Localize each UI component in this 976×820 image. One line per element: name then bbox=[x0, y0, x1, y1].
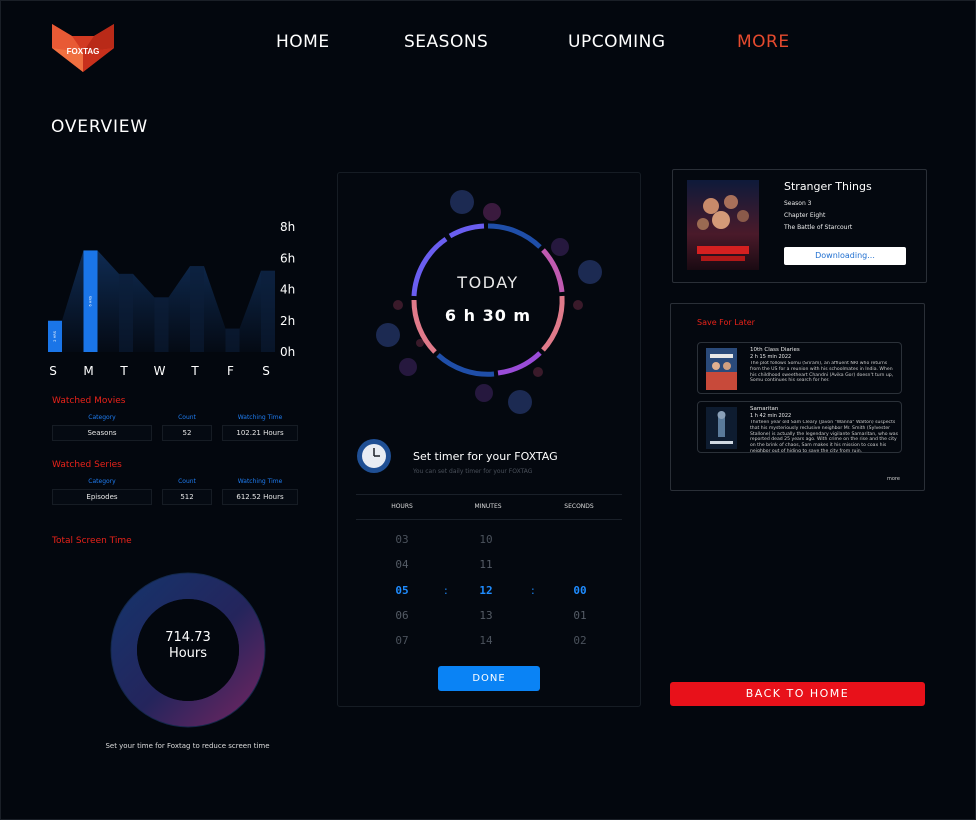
back-to-home-button[interactable]: BACK TO HOME bbox=[670, 682, 925, 706]
second-option[interactable]: 02 bbox=[560, 634, 600, 647]
second-selected[interactable]: 00 bbox=[560, 584, 600, 597]
ws-cell-time: 612.52 Hours bbox=[222, 489, 298, 505]
chart-bar[interactable] bbox=[225, 328, 240, 352]
y-tick-label: 8h bbox=[280, 220, 295, 234]
wm-cell-category: Seasons bbox=[52, 425, 152, 441]
minute-option[interactable]: 14 bbox=[466, 634, 506, 647]
foxtag-logo[interactable]: FOXTAG bbox=[50, 22, 116, 74]
timer-subtitle: You can set daily timer for your FOXTAG bbox=[413, 468, 533, 475]
screen-time-value: 714.73 Hours bbox=[108, 630, 268, 662]
svg-text:FOXTAG: FOXTAG bbox=[67, 47, 100, 56]
day-label: M bbox=[83, 364, 93, 378]
chart-bar[interactable] bbox=[119, 273, 133, 352]
show-chapter: Chapter Eight bbox=[784, 212, 826, 219]
wm-header-time: Watching Time bbox=[237, 414, 283, 421]
y-tick-label: 6h bbox=[280, 251, 295, 265]
y-tick-label: 2h bbox=[280, 314, 295, 328]
save-for-later-card bbox=[670, 303, 925, 491]
timer-header-minutes: MINUTES bbox=[474, 503, 502, 510]
chart-bar[interactable] bbox=[154, 297, 169, 352]
page-title: OVERVIEW bbox=[51, 117, 148, 137]
screen-time-unit: Hours bbox=[168, 646, 208, 661]
minute-option[interactable]: 11 bbox=[466, 558, 506, 571]
screen-time-title: Total Screen Time bbox=[52, 536, 132, 546]
timer-header-hours: HOURS bbox=[391, 503, 413, 510]
timer-header-seconds: SECONDS bbox=[564, 503, 594, 510]
stranger-things-poster[interactable] bbox=[687, 180, 759, 270]
weekly-watch-chart: 2 HRS 6 HRS 8h 6h 4h 2h 0h S M T W T F S bbox=[48, 220, 295, 378]
today-label: TODAY bbox=[457, 273, 519, 292]
hour-option[interactable]: 07 bbox=[382, 634, 422, 647]
ws-cell-category: Episodes bbox=[52, 489, 152, 505]
day-label: T bbox=[190, 364, 199, 378]
saved-item-meta: 2 h 15 min 2022 bbox=[750, 354, 792, 360]
nav-more[interactable]: MORE bbox=[737, 32, 790, 52]
show-season: Season 3 bbox=[784, 200, 812, 207]
ws-header-time: Watching Time bbox=[237, 478, 283, 485]
day-label: S bbox=[262, 364, 270, 378]
time-separator: : bbox=[444, 584, 448, 597]
bar-value-label: 6 HRS bbox=[89, 295, 93, 306]
poster-thumbnail bbox=[706, 348, 737, 390]
wm-cell-count: 52 bbox=[162, 425, 212, 441]
done-button[interactable]: DONE bbox=[438, 666, 540, 691]
minute-selected[interactable]: 12 bbox=[466, 584, 506, 597]
bar-value-label: 2 HRS bbox=[53, 330, 57, 341]
day-label: W bbox=[154, 364, 166, 378]
watched-movies-title: Watched Movies bbox=[52, 396, 126, 406]
y-tick-label: 0h bbox=[280, 345, 295, 359]
saved-item[interactable]: 10th Class Diaries 2 h 15 min 2022 The p… bbox=[697, 342, 902, 394]
show-title: Stranger Things bbox=[784, 180, 872, 193]
today-time: 6 h 30 m bbox=[444, 306, 532, 325]
ws-cell-count: 512 bbox=[162, 489, 212, 505]
nav-home[interactable]: HOME bbox=[276, 32, 330, 52]
saved-item[interactable]: Samaritan 1 h 42 min 2022 Thirteen year … bbox=[697, 401, 902, 453]
wm-cell-time: 102.21 Hours bbox=[222, 425, 298, 441]
saved-item-description: The plot follows Somu (Sriram), an afflu… bbox=[750, 361, 894, 384]
day-label: T bbox=[119, 364, 128, 378]
saved-item-title: Samaritan bbox=[750, 406, 779, 412]
screen-time-note: Set your time for Foxtag to reduce scree… bbox=[105, 742, 270, 750]
day-label: S bbox=[49, 364, 57, 378]
saved-item-title: 10th Class Diaries bbox=[750, 347, 800, 353]
ws-header-count: Count bbox=[178, 478, 196, 485]
saved-item-description: Thirteen year old Sam Cleary (Javon "Wan… bbox=[750, 420, 898, 452]
hour-selected[interactable]: 05 bbox=[382, 584, 422, 597]
y-tick-label: 4h bbox=[280, 283, 295, 297]
ws-header-category: Category bbox=[88, 478, 116, 485]
more-link[interactable]: more bbox=[887, 476, 900, 482]
hour-option[interactable]: 04 bbox=[382, 558, 422, 571]
save-for-later-title: Save For Later bbox=[697, 318, 755, 327]
chart-bar[interactable] bbox=[261, 270, 275, 352]
chart-bar[interactable] bbox=[190, 266, 204, 352]
minute-option[interactable]: 13 bbox=[466, 609, 506, 622]
screen-time-number: 714.73 bbox=[165, 630, 211, 645]
timer-divider-bottom bbox=[356, 519, 622, 520]
nav-upcoming[interactable]: UPCOMING bbox=[568, 32, 666, 52]
wm-header-count: Count bbox=[178, 414, 196, 421]
watched-series-title: Watched Series bbox=[52, 460, 122, 470]
hour-option[interactable]: 06 bbox=[382, 609, 422, 622]
show-episode: The Battle of Starcourt bbox=[784, 224, 853, 231]
minute-option[interactable]: 10 bbox=[466, 533, 506, 546]
poster-thumbnail bbox=[706, 407, 737, 449]
second-option[interactable]: 01 bbox=[560, 609, 600, 622]
today-ring bbox=[376, 190, 602, 414]
timer-title: Set timer for your FOXTAG bbox=[413, 450, 558, 463]
clock-icon bbox=[357, 439, 391, 473]
hour-option[interactable]: 03 bbox=[382, 533, 422, 546]
timer-divider-top bbox=[356, 494, 622, 495]
wm-header-category: Category bbox=[88, 414, 116, 421]
downloading-button[interactable]: Downloading... bbox=[784, 247, 906, 265]
nav-seasons[interactable]: SEASONS bbox=[404, 32, 488, 52]
saved-item-meta: 1 h 42 min 2022 bbox=[750, 413, 792, 419]
time-separator: : bbox=[531, 584, 535, 597]
day-label: F bbox=[227, 364, 234, 378]
